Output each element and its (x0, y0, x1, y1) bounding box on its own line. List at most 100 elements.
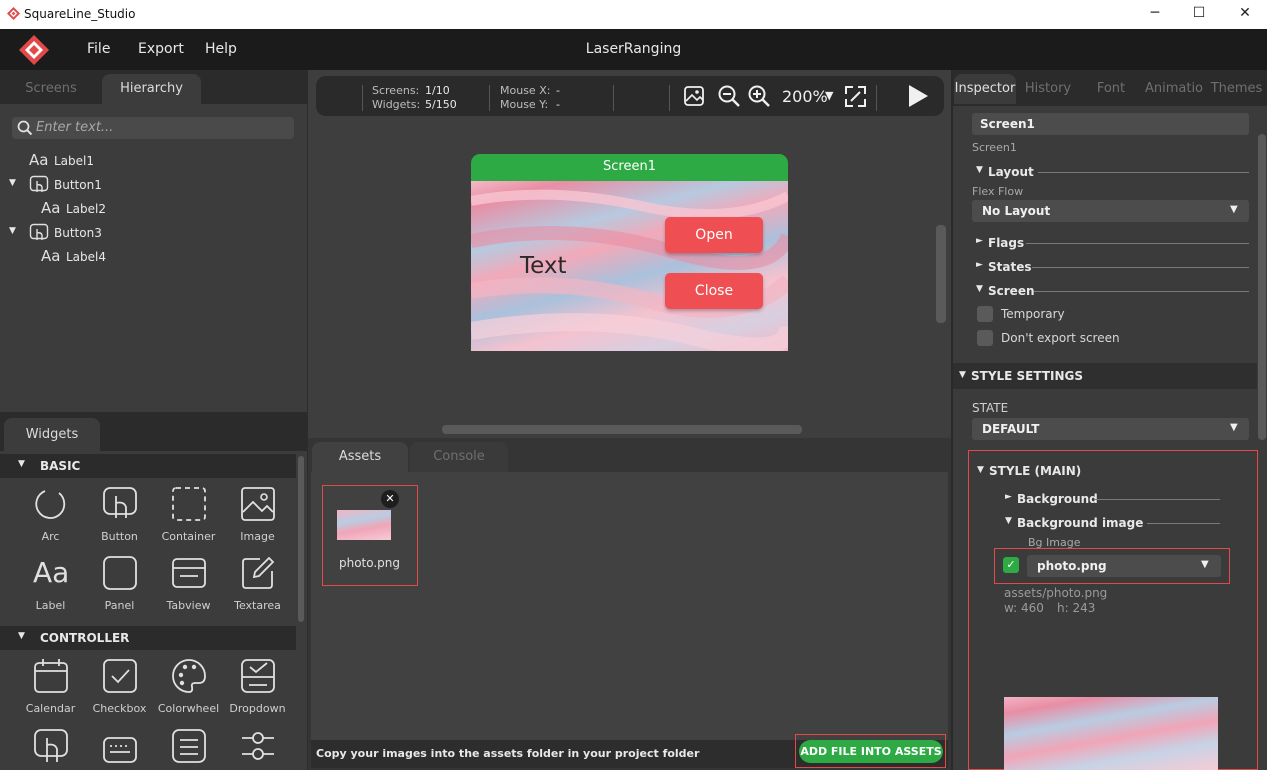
widget-colorwheel[interactable]: Colorwheel (154, 654, 223, 718)
maximize-button[interactable]: ☐ (1184, 5, 1214, 21)
background-image-section-header[interactable]: Background image (1017, 516, 1143, 530)
tab-screens[interactable]: Screens (6, 74, 96, 104)
layout-section-header[interactable]: Layout (988, 165, 1034, 179)
widget-slider-partial[interactable] (240, 728, 276, 764)
screen-section-header[interactable]: Screen (988, 284, 1035, 298)
minimize-button[interactable]: ─ (1140, 5, 1170, 21)
zoom-out-icon[interactable] (717, 84, 741, 108)
canvas-horizontal-scrollbar[interactable] (442, 425, 802, 434)
flags-caret-icon[interactable]: ► (976, 236, 983, 246)
widget-panel[interactable]: Panel (85, 551, 154, 615)
widget-calendar[interactable]: Calendar (16, 654, 85, 718)
tree-item-label: Button3 (54, 226, 102, 240)
widget-label[interactable]: Aa Label (16, 551, 85, 615)
widgets-scrollbar[interactable] (298, 456, 304, 622)
close-window-button[interactable]: ✕ (1230, 5, 1260, 21)
inspector-panel: Inspector History Font Animatio Themes S… (951, 70, 1267, 770)
assets-panel: Assets Console ✕ photo.png Copy your ima… (308, 438, 951, 770)
canvas-vertical-scrollbar[interactable] (936, 225, 946, 323)
temporary-checkbox[interactable] (977, 306, 993, 322)
tab-hierarchy[interactable]: Hierarchy (102, 74, 201, 104)
remove-asset-icon[interactable]: ✕ (381, 490, 399, 508)
states-caret-icon[interactable]: ► (976, 260, 983, 270)
states-section-header[interactable]: States (988, 260, 1032, 274)
widget-label: Checkbox (92, 702, 147, 715)
background-image-caret-icon[interactable]: ▼ (1005, 516, 1012, 526)
asset-item-photo[interactable]: ✕ photo.png (322, 485, 418, 586)
widget-dropdown[interactable]: Dropdown (223, 654, 292, 718)
background-caret-icon[interactable]: ► (1005, 492, 1012, 502)
screen-preview[interactable]: Screen1 Text Open Close (471, 154, 788, 351)
screen-close-button[interactable]: Close (665, 273, 763, 309)
widget-container[interactable]: Container (154, 482, 223, 546)
play-icon[interactable] (906, 83, 930, 109)
widget-label: Container (161, 530, 216, 543)
canvas-area[interactable]: Screens: 1/10 Widgets: 5/150 Mouse X: - … (308, 70, 951, 438)
tab-themes[interactable]: Themes (1206, 74, 1267, 104)
screen-preview-body[interactable]: Text Open Close (471, 181, 788, 351)
asset-file-name: photo.png (338, 556, 401, 570)
state-value: DEFAULT (982, 422, 1040, 436)
tree-item-button1[interactable]: ▼ Button1 (0, 175, 307, 197)
tree-item-label: Label4 (66, 250, 107, 264)
screen-text-label[interactable]: Text (520, 253, 567, 279)
tab-animation[interactable]: Animatio (1143, 74, 1205, 104)
state-dropdown[interactable]: DEFAULT ▼ (972, 418, 1249, 440)
zoom-chevron-down-icon[interactable]: ▼ (825, 89, 833, 102)
zoom-level-select[interactable]: 200% (782, 87, 828, 106)
add-file-into-assets-button[interactable]: ADD FILE INTO ASSETS (799, 740, 943, 763)
tab-inspector[interactable]: Inspector (954, 74, 1016, 104)
background-image-toggle-icon[interactable] (683, 85, 705, 107)
widget-imgbutton-partial[interactable] (33, 728, 69, 764)
style-main-header[interactable]: STYLE (MAIN) (989, 464, 1081, 478)
expand-caret-icon[interactable]: ▼ (9, 178, 16, 188)
flags-section-header[interactable]: Flags (988, 236, 1024, 250)
tab-console[interactable]: Console (410, 442, 508, 472)
tree-item-label4[interactable]: Aa Label4 (0, 247, 307, 269)
widget-type-label: Screen1 (972, 141, 1017, 154)
screen-name-input[interactable]: Screen1 (972, 113, 1249, 135)
layout-caret-icon[interactable]: ▼ (976, 165, 983, 175)
canvas-toolbar: Screens: 1/10 Widgets: 5/150 Mouse X: - … (316, 76, 944, 116)
screen-preview-title[interactable]: Screen1 (471, 154, 788, 181)
tree-item-label2[interactable]: Aa Label2 (0, 199, 307, 221)
tabview-icon (172, 558, 206, 588)
section-basic[interactable]: ▼ BASIC (0, 454, 296, 478)
widget-label: Image (240, 530, 275, 543)
screen-open-button[interactable]: Open (665, 217, 763, 253)
widgets-panel: Widgets ▼ BASIC Arc Button Container Ima… (0, 412, 307, 770)
widget-checkbox[interactable]: Checkbox (85, 654, 154, 718)
mouse-x-label: Mouse X: (500, 84, 551, 97)
tree-item-label1[interactable]: Aa Label1 (0, 151, 307, 173)
inspector-scrollbar[interactable] (1258, 134, 1266, 440)
widget-button[interactable]: Button (85, 482, 154, 546)
widgets-tabbar: Widgets (0, 412, 307, 451)
widget-textarea[interactable]: Textarea (223, 551, 292, 615)
tab-assets[interactable]: Assets (312, 442, 408, 472)
section-controller[interactable]: ▼ CONTROLLER (0, 626, 296, 650)
window-title-bar: SquareLine_Studio ─ ☐ ✕ (0, 0, 1267, 29)
flex-flow-dropdown[interactable]: No Layout ▼ (972, 200, 1249, 222)
style-settings-label: STYLE SETTINGS (971, 369, 1084, 383)
bg-image-enabled-checkbox[interactable]: ✓ (1003, 557, 1019, 573)
dont-export-checkbox[interactable] (977, 330, 993, 346)
tab-history[interactable]: History (1017, 74, 1079, 104)
widget-list-partial[interactable] (171, 728, 207, 764)
widget-tabview[interactable]: Tabview (154, 551, 223, 615)
tab-font[interactable]: Font (1081, 74, 1141, 104)
hierarchy-search-input[interactable]: Enter text... (12, 117, 294, 139)
tab-widgets[interactable]: Widgets (4, 418, 100, 451)
style-main-caret-icon[interactable]: ▼ (977, 465, 984, 475)
expand-caret-icon[interactable]: ▼ (9, 226, 16, 236)
background-section-header[interactable]: Background (1017, 492, 1098, 506)
tree-item-button3[interactable]: ▼ Button3 (0, 223, 307, 245)
bg-image-dropdown[interactable]: photo.png ▼ (1027, 555, 1221, 577)
widget-image[interactable]: Image (223, 482, 292, 546)
fit-screen-icon[interactable] (844, 85, 867, 108)
zoom-in-icon[interactable] (747, 84, 771, 108)
style-settings-header[interactable]: ▼ STYLE SETTINGS (953, 363, 1257, 389)
asset-width-text: w: 460 (1004, 601, 1044, 615)
widget-keyboard-partial[interactable] (102, 732, 138, 764)
widget-arc[interactable]: Arc (16, 482, 85, 546)
screen-caret-icon[interactable]: ▼ (976, 284, 983, 294)
